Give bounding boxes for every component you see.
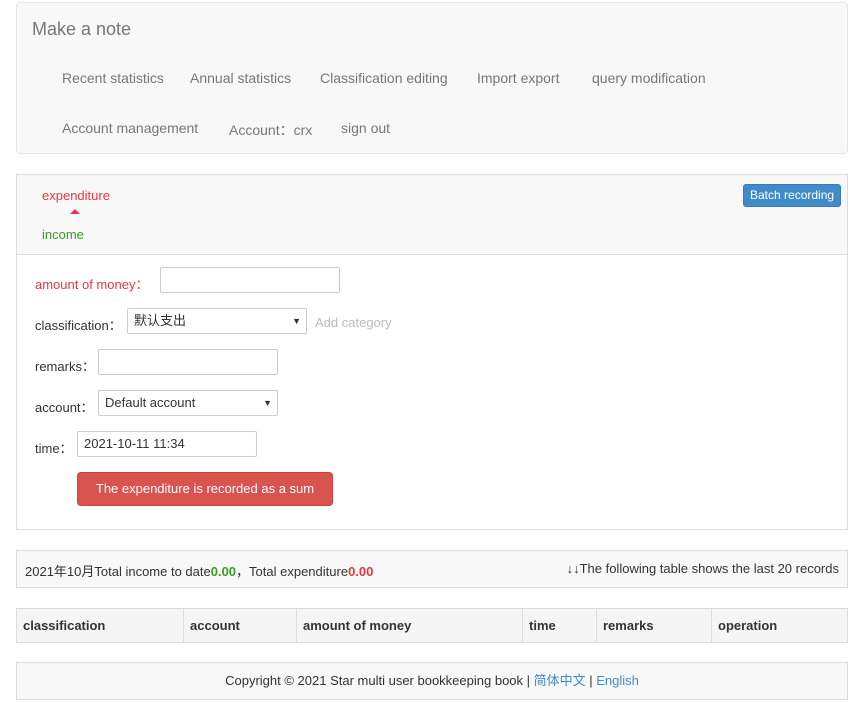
expenditure-total: 0.00 [348,564,374,579]
account-selected-value: Default account [105,395,196,410]
records-note: ↓↓The following table shows the last 20 … [566,561,839,576]
nav-account-management[interactable]: Account management [62,120,198,136]
copyright-text: Copyright © 2021 Star multi user bookkee… [225,673,534,688]
nav-annual-statistics[interactable]: Annual statistics [190,70,291,86]
add-category-link[interactable]: Add category [315,315,392,330]
record-panel: expenditure income Batch recording amoun… [16,174,848,530]
summary-prefix: 2021年10月Total income to date [25,564,211,579]
lang-separator: | [585,673,597,688]
footer: Copyright © 2021 Star multi user bookkee… [16,662,848,700]
summary-middle: ，Total expenditure [236,564,349,579]
col-amount: amount of money [296,608,523,643]
remarks-label: remarks： [35,359,95,374]
time-label: time： [35,441,73,456]
nav-sign-out[interactable]: sign out [341,120,390,136]
time-input[interactable]: 2021-10-11 11:34 [77,431,257,457]
dropdown-arrow-icon: ▼ [263,398,272,408]
tab-expenditure[interactable]: expenditure [42,188,110,203]
amount-input[interactable] [160,267,340,293]
nav-import-export[interactable]: Import export [477,70,559,86]
account-select[interactable]: Default account ▼ [98,390,278,416]
nav-classification-editing[interactable]: Classification editing [320,70,448,86]
income-total: 0.00 [210,564,237,579]
classification-select[interactable]: 默认支出 ▼ [127,308,307,334]
record-expenditure-button[interactable]: The expenditure is recorded as a sum [77,472,333,506]
monthly-totals: 2021年10月Total income to date0.00，Total e… [25,561,373,580]
account-label: account： [35,400,94,415]
tab-income[interactable]: income [42,227,84,242]
summary-bar: 2021年10月Total income to date0.00，Total e… [16,550,848,588]
batch-recording-button[interactable]: Batch recording [743,184,842,207]
col-account: account [183,608,297,643]
col-operation: operation [711,608,848,643]
table-header-row: classification account amount of money t… [16,608,848,643]
col-classification: classification [16,608,184,643]
lang-chinese-link[interactable]: 简体中文 [534,673,586,688]
navbar: Make a note Recent statistics Annual sta… [16,2,848,154]
amount-label: amount of money： [35,277,149,292]
active-tab-caret-icon [70,209,80,214]
records-table: classification account amount of money t… [16,608,848,643]
brand-title[interactable]: Make a note [32,19,131,40]
nav-recent-statistics[interactable]: Recent statistics [62,70,164,86]
nav-account-user[interactable]: Account：crx [229,120,312,140]
classification-label: classification： [35,318,122,333]
lang-english-link[interactable]: English [596,673,639,688]
remarks-input[interactable] [98,349,278,375]
nav-query-modification[interactable]: query modification [592,70,706,86]
classification-selected-value: 默认支出 [134,313,187,328]
col-time: time [522,608,597,643]
col-remarks: remarks [596,608,712,643]
dropdown-arrow-icon: ▼ [292,316,301,326]
panel-header: expenditure income Batch recording [17,175,847,255]
